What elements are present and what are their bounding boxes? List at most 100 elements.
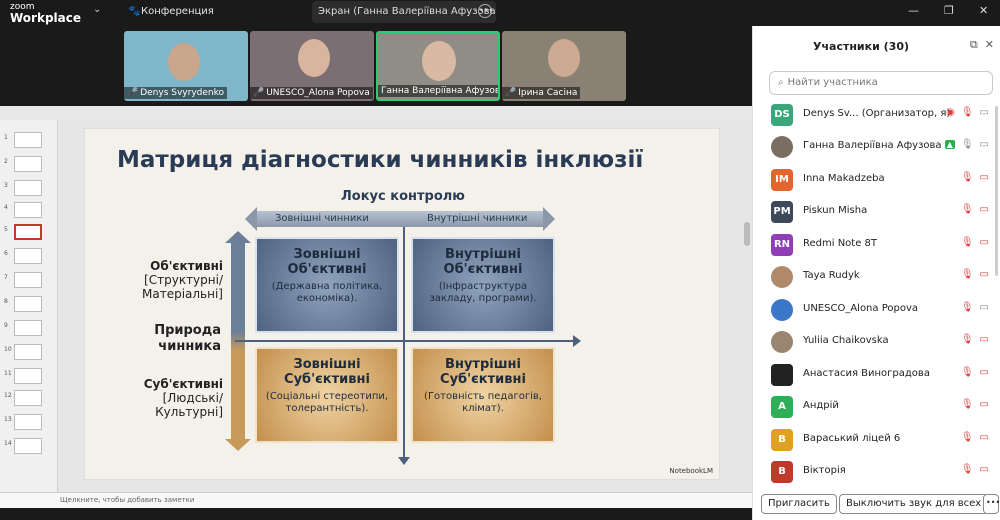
q3-t1: (Соціальні стереотипи, [265,391,389,402]
slide-thumbnail[interactable]: 1 [4,132,54,150]
camera-icon[interactable]: ▭ [980,107,989,118]
restore-icon[interactable]: ❐ [944,4,954,17]
locus-label: Локус контролю [341,189,465,204]
q1-h1: Зовнішні [293,247,361,262]
close-icon[interactable]: ✕ [979,4,988,17]
minimize-icon[interactable]: — [908,4,919,17]
participant-row[interactable]: A Андрій 🎙 ▭ [771,392,997,422]
slide-thumbnail[interactable]: 4 [4,202,54,220]
camera-off-icon[interactable]: ▭ [980,367,989,378]
mic-muted-icon[interactable]: 🎙 [961,367,974,378]
video-name-label: UNESCO_Alona Popova [266,88,370,98]
camera-off-icon[interactable]: ▭ [980,237,989,248]
participant-name: Redmi Note 8T [803,238,878,249]
participant-status: 🎙 ▭ [955,399,989,410]
camera-off-icon[interactable]: ▭ [980,204,989,215]
slide-thumbnail[interactable]: 3 [4,180,54,198]
mic-muted-icon[interactable]: 🎙 [961,172,974,183]
avatar: DS [771,104,793,126]
participant-row[interactable]: Taya Rudyk 🎙 ▭ [771,262,997,292]
slide-thumbnail[interactable]: 2 [4,156,54,174]
mic-muted-icon[interactable]: 🎙 [961,107,974,118]
more-icon[interactable]: ••• [478,4,493,18]
slide-number: 11 [4,370,12,377]
camera-off-icon[interactable]: ▭ [980,464,989,475]
slide-thumbnail[interactable]: 10 [4,344,54,362]
camera-off-icon[interactable]: ▭ [980,172,989,183]
panel-title: Участники (30) [812,40,910,53]
video-tile[interactable]: 🎤 UNESCO_Alona Popova [250,31,374,101]
mic-icon[interactable]: 🎙 [961,139,974,150]
slide-thumbnail-selected[interactable]: 5 [4,224,54,242]
participant-row[interactable]: Анастасия Виноградова 🎙 ▭ [771,360,997,390]
mic-muted-icon[interactable]: 🎙 [961,269,974,280]
q2-t2: закладу, програми). [429,293,537,304]
video-name-label: Ірина Сасіна [518,88,578,98]
video-tile-active-speaker[interactable]: Ганна Валеріївна Афузова [376,31,500,101]
participant-row[interactable]: IM Inna Makadzeba 🎙 ▭ [771,165,997,195]
participant-row[interactable]: PM Piskun Misha 🎙 ▭ [771,197,997,227]
close-panel-icon[interactable]: ✕ [985,38,994,51]
camera-off-icon[interactable]: ▭ [980,399,989,410]
screen-share-indicator[interactable]: Экран (Ганна Валеріївна Афузова ••• [312,1,496,23]
notes-area[interactable]: Щелкните, чтобы добавить заметки [0,492,752,508]
mic-muted-icon[interactable]: 🎙 [961,399,974,410]
mic-muted-icon[interactable]: 🎙 [961,464,974,475]
search-icon: ⌕ [778,77,784,88]
slide-thumbnail[interactable]: 6 [4,248,54,266]
mic-muted-icon[interactable]: 🎙 [961,302,974,313]
mic-muted-icon[interactable]: 🎙 [961,204,974,215]
camera-off-icon[interactable]: ▭ [980,432,989,443]
slide-number: 14 [4,440,12,447]
title-bar: zoom Workplace ⌄ 🐾Конференция Экран (Ган… [0,0,1000,26]
search-placeholder: Найти участника [787,77,878,88]
chevron-down-icon[interactable]: ⌄ [93,4,101,15]
camera-off-icon[interactable]: ▭ [980,334,989,345]
video-tile[interactable]: 🎤 Denys Svyrydenko [124,31,248,101]
slide-thumbnail[interactable]: 14 [4,438,54,456]
slide-number: 10 [4,346,12,353]
mic-muted-icon[interactable]: 🎙 [961,237,974,248]
participant-row[interactable]: DS Denys Sv... (Организатор, я) ◉ 🎙 ▭ [771,100,997,130]
mic-muted-icon[interactable]: 🎙 [961,432,974,443]
q3-t2: толерантність). [285,403,369,414]
participant-search[interactable]: ⌕ Найти участника [769,71,993,95]
slide-number: 6 [4,250,8,257]
video-name-label: Denys Svyrydenko [140,88,225,98]
participant-row[interactable]: Ганна Валеріївна Афузова ▲ 🎙 ▭ [771,132,997,162]
slide-thumbnail[interactable]: 8 [4,296,54,314]
slide-thumbnail[interactable]: 12 [4,390,54,408]
popout-icon[interactable]: ⧉ [970,38,978,51]
vertical-axis [398,227,410,465]
mic-muted-icon[interactable]: 🎙 [961,334,974,345]
participant-row[interactable]: Yuliia Chaikovska 🎙 ▭ [771,327,997,357]
camera-icon[interactable]: ▭ [980,139,989,150]
slide-thumbnail[interactable]: 9 [4,320,54,338]
participant-row[interactable]: В Вараський ліцей 6 🎙 ▭ [771,425,997,455]
participant-row[interactable]: В Вікторія 🎙 ▭ [771,457,997,487]
video-name: Ганна Валеріївна Афузова [378,85,498,97]
q4-h1: Внутрішні [445,357,521,372]
camera-icon[interactable]: ▭ [980,302,989,313]
avatar: RN [771,234,793,256]
slide-thumbnail[interactable]: 7 [4,272,54,290]
invite-button[interactable]: Пригласить [761,494,837,514]
video-name: 🎤 Denys Svyrydenko [124,87,228,99]
slide-thumbnail[interactable]: 13 [4,414,54,432]
slide-number: 13 [4,416,12,423]
mute-all-button[interactable]: Выключить звук для всех [839,494,989,514]
video-tile[interactable]: 🎤 Ірина Сасіна [502,31,626,101]
slide-thumbnail[interactable]: 11 [4,368,54,386]
panel-scrollbar[interactable] [995,106,998,276]
slide-canvas[interactable]: Матриця діагностики чинників інклюзії Ло… [58,120,752,492]
zoom-logo: zoom Workplace [10,0,82,25]
slide-number: 7 [4,274,8,281]
participant-row[interactable]: RN Redmi Note 8T 🎙 ▭ [771,230,997,260]
slide-scrollbar[interactable] [744,222,750,246]
meeting-title[interactable]: 🐾Конференция [128,6,214,17]
participant-name: Вараський ліцей 6 [803,433,901,444]
camera-off-icon[interactable]: ▭ [980,269,989,280]
brand-big: Workplace [10,11,82,25]
more-options-button[interactable]: ••• [983,494,1000,514]
participant-row[interactable]: UNESCO_Alona Popova 🎙 ▭ [771,295,997,325]
